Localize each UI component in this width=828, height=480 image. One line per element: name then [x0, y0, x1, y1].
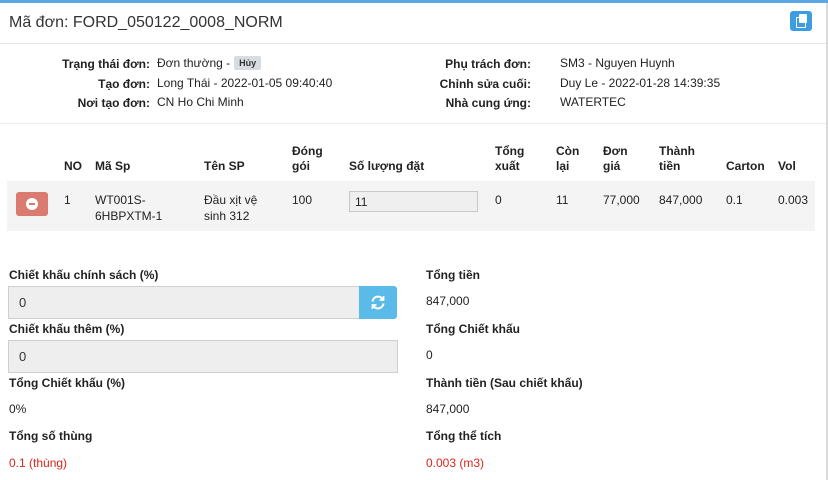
net-amount-value: 847,000: [426, 402, 470, 416]
created-label: Tạo đơn:: [98, 77, 150, 91]
owner-value: SM3 - Nguyen Huynh: [560, 56, 675, 70]
total-boxes-value: 0.1 (thùng): [9, 456, 68, 470]
col-header-pack: Đóng gói: [292, 144, 323, 173]
place-value: CN Ho Chi Minh: [157, 95, 244, 109]
total-value: 847,000: [426, 294, 470, 308]
total-discount-value: 0: [426, 348, 433, 362]
extra-discount-input[interactable]: 0: [8, 340, 398, 373]
col-header-price: Đơn giá: [603, 144, 628, 173]
cell-remaining: 11: [556, 193, 569, 207]
copy-button[interactable]: [790, 11, 812, 31]
place-label: Nơi tạo đơn:: [77, 96, 150, 110]
col-header-exported: Tổng xuất: [495, 144, 525, 173]
col-header-name: Tên SP: [204, 159, 245, 173]
col-header-amount: Thành tiền: [659, 144, 695, 173]
total-discount-pct-label: Tổng Chiết khấu (%): [9, 376, 125, 390]
status-label: Trạng thái đơn:: [62, 57, 150, 71]
policy-discount-label: Chiết khấu chính sách (%): [9, 268, 159, 282]
cell-exported: 0: [495, 193, 502, 207]
refresh-button[interactable]: [359, 286, 397, 319]
col-header-vol: Vol: [778, 159, 796, 173]
edited-label: Chỉnh sửa cuối:: [439, 77, 531, 91]
cell-no: 1: [64, 193, 71, 207]
cell-price: 77,000: [603, 193, 640, 207]
cell-vol: 0.003: [778, 193, 809, 207]
edited-value: Duy Le - 2022-01-28 14:39:35: [560, 76, 721, 90]
col-header-qty: Số lượng đặt: [349, 159, 425, 173]
col-header-no: NO: [64, 159, 82, 173]
cell-pack: 100: [292, 193, 313, 207]
divider: [0, 123, 826, 124]
total-volume-label: Tổng thể tích: [426, 429, 502, 443]
created-value: Long Thái - 2022-01-05 09:40:40: [157, 76, 333, 90]
total-volume-value: 0.003 (m3): [426, 456, 485, 470]
cell-amount: 847,000: [659, 193, 703, 207]
page-title: Mã đơn: FORD_050122_0008_NORM: [9, 14, 283, 31]
supplier-value: WATERTEC: [560, 95, 626, 109]
supplier-label: Nhà cung ứng:: [445, 96, 531, 110]
extra-discount-label: Chiết khấu thêm (%): [9, 322, 125, 336]
cancel-badge[interactable]: Hủy: [234, 56, 262, 70]
col-header-carton: Carton: [726, 159, 765, 173]
policy-discount-input[interactable]: 0: [8, 286, 360, 319]
cell-name: Đầu xịt vệ sinh 312: [204, 193, 258, 223]
status-value: Đơn thường - Hủy: [157, 56, 262, 70]
cell-carton: 0.1: [726, 193, 743, 207]
total-discount-label: Tổng Chiết khấu: [426, 322, 520, 336]
net-amount-label: Thành tiền (Sau chiết khấu): [426, 376, 583, 390]
total-label: Tổng tiền: [426, 268, 480, 282]
order-header: Mã đơn: FORD_050122_0008_NORM: [0, 3, 826, 44]
total-discount-pct-value: 0%: [9, 402, 27, 416]
col-header-sku: Mã Sp: [95, 159, 131, 173]
cell-sku: WT001S- 6HBPXTM-1: [95, 193, 163, 223]
refresh-icon: [371, 295, 385, 310]
total-boxes-label: Tổng số thùng: [9, 429, 93, 443]
quantity-input[interactable]: 11: [349, 191, 478, 212]
owner-label: Phụ trách đơn:: [445, 57, 531, 71]
col-header-remaining: Còn lại: [556, 144, 580, 173]
remove-row-button[interactable]: [16, 192, 48, 216]
